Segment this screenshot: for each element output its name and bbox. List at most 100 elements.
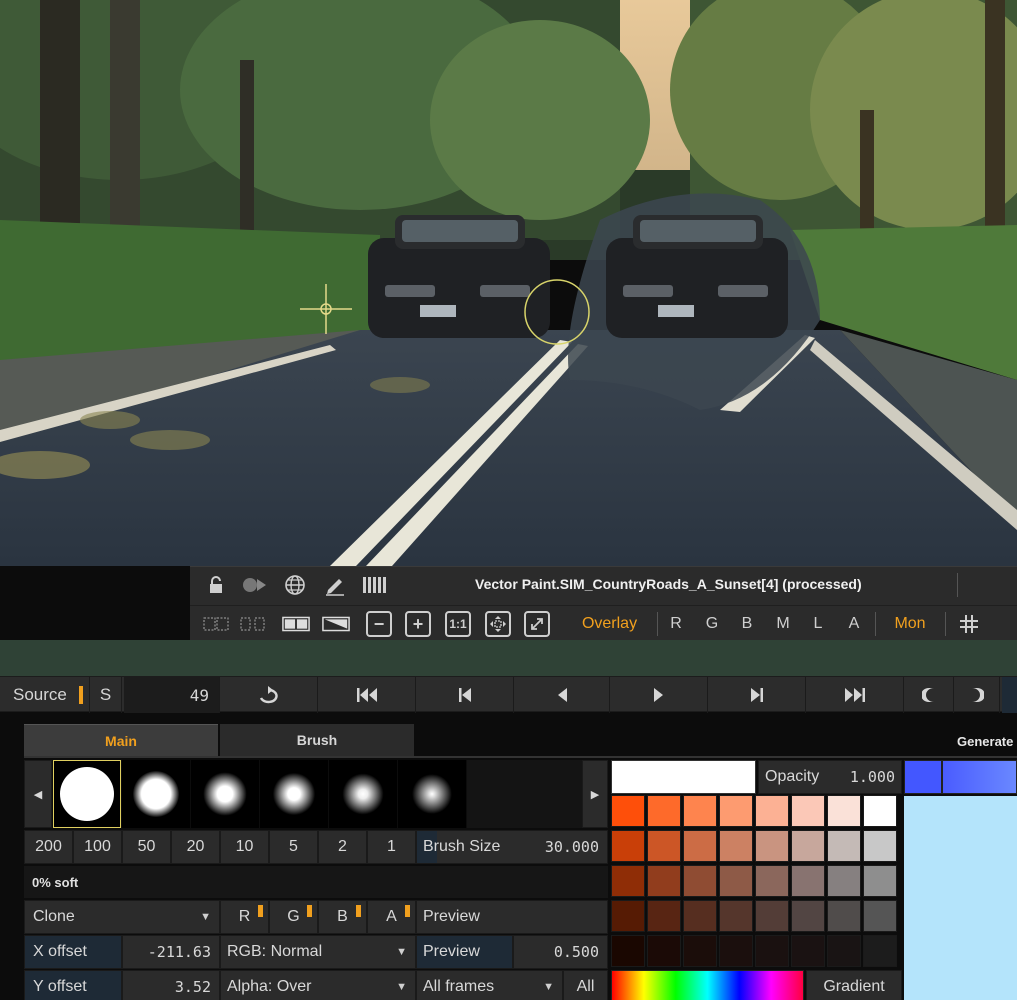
hue-spectrum[interactable] <box>611 970 804 1000</box>
palette-swatch[interactable] <box>827 900 861 932</box>
barcode-icon[interactable] <box>361 571 389 599</box>
palette-swatch[interactable] <box>611 935 645 967</box>
lock-icon[interactable] <box>202 571 230 599</box>
play-forward-icon[interactable] <box>610 677 708 713</box>
brush-preset-hard[interactable] <box>53 760 121 828</box>
channel-a-button[interactable]: A <box>842 610 866 638</box>
brush-preset-soft-2[interactable] <box>191 760 259 828</box>
palette-swatch[interactable] <box>791 795 825 827</box>
preview-amount-field[interactable]: 0.500 <box>513 935 608 969</box>
fit-1to1-icon[interactable]: 1:1 <box>445 611 471 637</box>
brush-scroll-left-icon[interactable]: ◀ <box>24 760 52 828</box>
size-preset-200[interactable]: 200 <box>24 830 73 864</box>
palette-swatch[interactable] <box>719 865 753 897</box>
brush-preset-soft-3[interactable] <box>260 760 328 828</box>
tab-main[interactable]: Main <box>24 724 218 756</box>
next-key-icon[interactable] <box>708 677 806 713</box>
in-point-icon[interactable] <box>904 677 954 713</box>
palette-swatch[interactable] <box>683 795 717 827</box>
palette-swatch[interactable] <box>611 900 645 932</box>
brush-scroll-right-icon[interactable]: ▶ <box>582 760 608 828</box>
palette-swatch[interactable] <box>755 865 789 897</box>
stacked-film-icon[interactable] <box>239 610 267 638</box>
palette-swatch[interactable] <box>755 795 789 827</box>
palette-swatch[interactable] <box>755 935 789 967</box>
y-offset-field[interactable]: 3.52 <box>122 970 220 1000</box>
palette-swatch[interactable] <box>827 865 861 897</box>
palette-swatch[interactable] <box>755 830 789 862</box>
opacity-field[interactable]: Opacity 1.000 <box>758 760 902 794</box>
go-to-start-icon[interactable] <box>318 677 416 713</box>
size-preset-2[interactable]: 2 <box>318 830 367 864</box>
loop-icon[interactable] <box>220 677 318 713</box>
brush-size-field[interactable]: Brush Size 30.000 <box>416 830 608 864</box>
palette-swatch[interactable] <box>683 830 717 862</box>
split-wipe-icon[interactable] <box>322 610 350 638</box>
channel-g-button[interactable]: G <box>700 610 724 638</box>
generate-tab[interactable]: Generate <box>957 734 1013 749</box>
size-preset-100[interactable]: 100 <box>73 830 122 864</box>
palette-swatch[interactable] <box>683 865 717 897</box>
fullscreen-icon[interactable] <box>524 611 550 637</box>
palette-swatch[interactable] <box>611 795 645 827</box>
mon-button[interactable]: Mon <box>885 610 935 638</box>
palette-swatch[interactable] <box>647 935 681 967</box>
size-preset-10[interactable]: 10 <box>220 830 269 864</box>
channel-r-button[interactable]: R <box>664 610 688 638</box>
source-toggle[interactable]: Source <box>0 677 90 713</box>
palette-swatch[interactable] <box>719 830 753 862</box>
out-point-icon[interactable] <box>954 677 1000 713</box>
wipe-film-icon[interactable] <box>202 610 230 638</box>
gradient-button[interactable]: Gradient <box>806 970 902 1000</box>
palette-swatch[interactable] <box>827 795 861 827</box>
globe-icon[interactable] <box>281 571 309 599</box>
overlay-button[interactable]: Overlay <box>572 610 647 638</box>
alpha-mode-dropdown[interactable]: Alpha: Over ▼ <box>220 970 416 1000</box>
size-preset-50[interactable]: 50 <box>122 830 171 864</box>
palette-swatch[interactable] <box>791 935 825 967</box>
generate-color-a[interactable] <box>904 760 942 794</box>
palette-swatch[interactable] <box>683 900 717 932</box>
palette-swatch[interactable] <box>791 900 825 932</box>
channel-m-button[interactable]: M <box>771 610 795 638</box>
viewer-canvas[interactable]: Vector Paint.SIM_CountryRoads_A_Sunset[4… <box>0 0 1017 640</box>
zoom-in-icon[interactable]: + <box>405 611 431 637</box>
channel-toggle-g[interactable]: G <box>269 900 318 934</box>
frames-dropdown[interactable]: All frames ▼ <box>416 970 563 1000</box>
size-preset-5[interactable]: 5 <box>269 830 318 864</box>
previous-key-icon[interactable] <box>416 677 514 713</box>
brush-preset-soft-1[interactable] <box>122 760 190 828</box>
palette-swatch[interactable] <box>827 830 861 862</box>
palette-swatch[interactable] <box>611 865 645 897</box>
palette-swatch[interactable] <box>647 900 681 932</box>
palette-swatch[interactable] <box>791 865 825 897</box>
brush-preset-soft-5[interactable] <box>398 760 466 828</box>
brush-preset-soft-4[interactable] <box>329 760 397 828</box>
palette-swatch[interactable] <box>719 795 753 827</box>
palette-swatch[interactable] <box>863 935 897 967</box>
go-to-end-icon[interactable] <box>806 677 904 713</box>
palette-swatch[interactable] <box>863 900 897 932</box>
palette-swatch[interactable] <box>683 935 717 967</box>
zoom-out-icon[interactable]: − <box>366 611 392 637</box>
record-icon[interactable] <box>241 571 269 599</box>
x-offset-field[interactable]: -211.63 <box>122 935 220 969</box>
grid-icon[interactable] <box>955 610 983 638</box>
palette-swatch[interactable] <box>827 935 861 967</box>
play-reverse-icon[interactable] <box>514 677 610 713</box>
tab-brush[interactable]: Brush <box>220 724 414 756</box>
palette-swatch[interactable] <box>863 795 897 827</box>
palette-swatch[interactable] <box>755 900 789 932</box>
palette-swatch[interactable] <box>719 935 753 967</box>
palette-swatch[interactable] <box>611 830 645 862</box>
preview-toggle[interactable]: Preview <box>416 900 608 934</box>
palette-swatch[interactable] <box>863 830 897 862</box>
palette-swatch[interactable] <box>647 865 681 897</box>
side-by-side-icon[interactable] <box>282 610 310 638</box>
palette-swatch[interactable] <box>863 865 897 897</box>
size-preset-20[interactable]: 20 <box>171 830 220 864</box>
channel-toggle-b[interactable]: B <box>318 900 367 934</box>
fit-frame-icon[interactable] <box>485 611 511 637</box>
frame-field[interactable]: 49 <box>124 677 220 713</box>
pencil-icon[interactable] <box>321 571 349 599</box>
